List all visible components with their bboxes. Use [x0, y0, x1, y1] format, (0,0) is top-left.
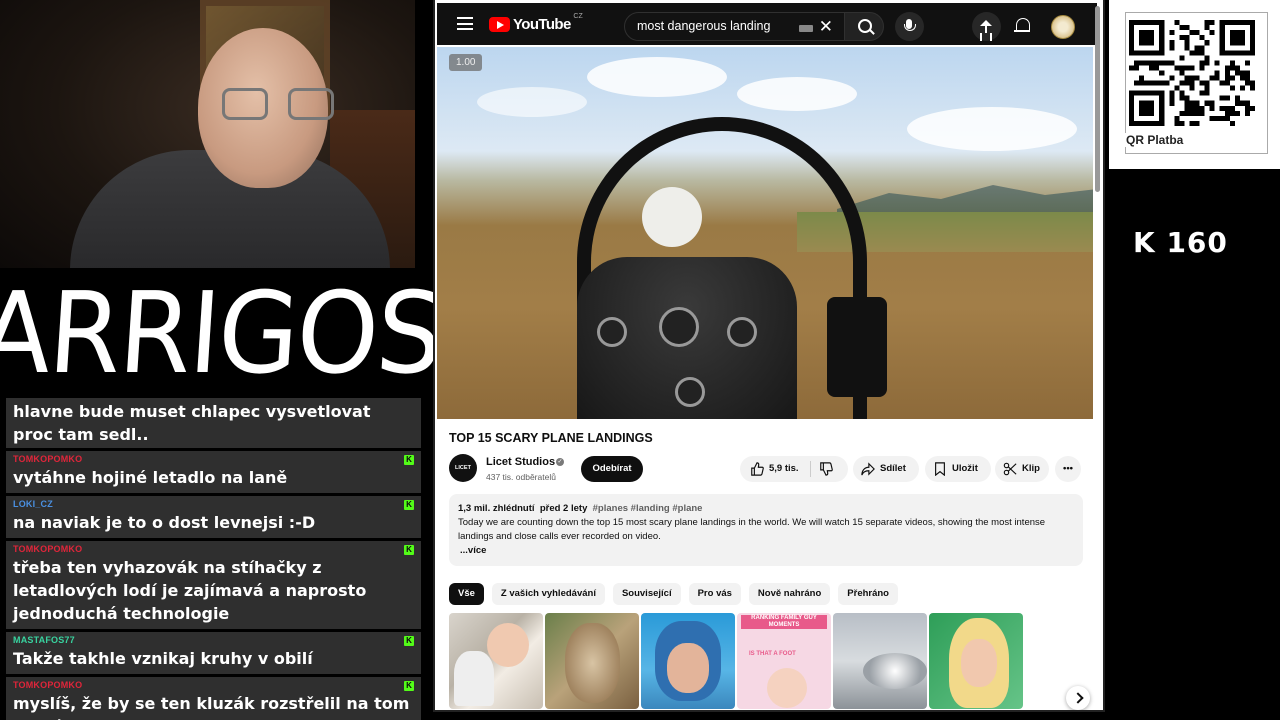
more-actions-icon[interactable]: ••• — [1055, 456, 1081, 482]
cockpit-frame — [827, 297, 887, 397]
qr-payment-panel: QR Platba — [1109, 0, 1280, 169]
thumb-caption-bottom: IS THAT A FOOT — [749, 651, 796, 657]
kick-icon: K — [404, 455, 414, 465]
kick-icon: K — [404, 500, 414, 510]
pilot-helmet — [642, 187, 702, 247]
subscriber-count: 437 tis. odběratelů — [486, 472, 556, 482]
chat-message-text: vytáhne hojiné letadlo na laně — [13, 468, 288, 487]
share-icon — [861, 462, 875, 476]
chat-message-text: myslíš, že by se ten kluzák rozstřelil n… — [13, 694, 410, 720]
chat-message: LOKI_CZ K na naviak je to o dost levnejs… — [6, 496, 421, 538]
like-count: 5,9 tis. — [769, 463, 799, 474]
hamburger-menu-icon[interactable] — [457, 17, 473, 30]
chat-panel: hlavne bude muset chlapec vysvetlovat pr… — [6, 398, 421, 720]
stream-overlay: ARRIGOS hlavne bude muset chlapec vysvet… — [0, 0, 1280, 720]
video-description[interactable]: 1,3 mil. zhlédnutí před 2 lety #planes #… — [449, 494, 1083, 566]
chat-username: TOMKOPOMKO — [13, 454, 83, 464]
kick-icon: K — [404, 545, 414, 555]
keyboard-icon[interactable] — [799, 25, 813, 32]
search-button[interactable] — [844, 12, 884, 41]
chip-related[interactable]: Související — [612, 583, 681, 605]
channel-avatar[interactable]: LICET STUDIOS — [449, 454, 477, 499]
thumb-jet-engine[interactable] — [833, 613, 927, 709]
qr-label: QR Platba — [1124, 133, 1186, 147]
show-more-link[interactable]: ...více — [460, 545, 486, 556]
subscribe-button[interactable]: Odebírat — [581, 456, 643, 482]
scissors-icon — [1003, 462, 1017, 476]
chat-message: TOMKOPOMKO K myslíš, že by se ten kluzák… — [6, 677, 421, 720]
filter-chips: Vše Z vašich vyhledávání Související Pro… — [449, 583, 898, 605]
youtube-play-icon — [489, 17, 510, 32]
thumbs-down-icon[interactable] — [819, 462, 833, 476]
webcam-feed — [0, 0, 415, 268]
chat-username: TOMKOPOMKO — [13, 544, 83, 554]
like-dislike-group[interactable]: 5,9 tis. — [740, 456, 848, 482]
channel-logo: ARRIGOS — [0, 267, 445, 399]
thumb-woman[interactable] — [929, 613, 1023, 709]
hashtags[interactable]: #planes #landing #plane — [593, 503, 703, 514]
glasses — [222, 88, 334, 124]
chat-message: hlavne bude muset chlapec vysvetlovat pr… — [6, 398, 421, 448]
share-label: Sdílet — [880, 463, 906, 474]
description-text: Today we are counting down the top 15 mo… — [458, 517, 1046, 542]
viewer-counter: K 160 — [1133, 226, 1228, 259]
chat-username: LOKI_CZ — [13, 499, 53, 509]
chip-for-you[interactable]: Pro vás — [688, 583, 741, 605]
channel-name[interactable]: Licet Studios — [486, 456, 555, 468]
chat-message-text: na naviak je to o dost levnejsi :-D — [13, 513, 316, 532]
share-button[interactable]: Sdílet — [853, 456, 919, 482]
country-code: CZ — [573, 13, 583, 20]
bookmark-icon — [935, 462, 945, 476]
next-recommendations-chevron-icon[interactable] — [1066, 686, 1090, 710]
chip-all[interactable]: Vše — [449, 583, 484, 605]
playback-speed-badge: 1.00 — [449, 54, 483, 71]
qr-code[interactable] — [1129, 19, 1255, 127]
chat-message-text: hlavne bude muset chlapec vysvetlovat pr… — [13, 402, 371, 444]
chat-message-text: třeba ten vyhazovák na stíhačky z letadl… — [13, 558, 367, 623]
save-button[interactable]: Uložit — [925, 456, 991, 482]
search-input[interactable]: most dangerous landing ✕ — [624, 12, 846, 41]
chip-watched[interactable]: Přehráno — [838, 583, 898, 605]
cockpit-dashboard — [577, 257, 797, 419]
chip-recently-uploaded[interactable]: Nově nahráno — [748, 583, 831, 605]
video-player[interactable]: 1.00 — [437, 47, 1093, 419]
chip-from-searches[interactable]: Z vašich vyhledávání — [491, 583, 605, 605]
thumb-hawk[interactable] — [545, 613, 639, 709]
upload-date: před 2 lety — [539, 503, 588, 514]
recommended-row: RANKING FAMILY GUY MOMENTS IS THAT A FOO… — [449, 613, 1023, 709]
kick-icon: K — [404, 681, 414, 691]
thumb-family-guy[interactable]: RANKING FAMILY GUY MOMENTS IS THAT A FOO… — [737, 613, 831, 709]
voice-search-mic-icon[interactable] — [895, 12, 924, 41]
kick-icon: K — [404, 636, 414, 646]
thumb-baby-cat[interactable] — [449, 613, 543, 709]
account-avatar[interactable] — [1051, 15, 1075, 39]
clear-search-icon[interactable]: ✕ — [819, 18, 833, 35]
video-title: TOP 15 SCARY PLANE LANDINGS — [449, 431, 653, 445]
clip-label: Klip — [1022, 463, 1040, 474]
verified-icon: ✓ — [556, 458, 564, 466]
clip-button[interactable]: Klip — [995, 456, 1049, 482]
chat-message: TOMKOPOMKO K třeba ten vyhazovák na stíh… — [6, 541, 421, 629]
search-input-value: most dangerous landing — [637, 19, 771, 33]
thumbs-up-icon[interactable] — [750, 462, 764, 476]
logo-text: ARRIGOS — [0, 267, 445, 399]
chat-username: MASTAFOS77 — [13, 635, 75, 645]
thumb-caption-top: RANKING FAMILY GUY MOMENTS — [741, 615, 827, 629]
youtube-wordmark: YouTube — [513, 16, 571, 33]
chat-message: MASTAFOS77 K Takže takhle vznikaj kruhy … — [6, 632, 421, 674]
save-label: Uložit — [952, 463, 978, 474]
distant-hills — [837, 185, 1093, 217]
notifications-bell-icon[interactable] — [1014, 17, 1030, 35]
chat-message-text: Takže takhle vznikaj kruhy v obilí — [13, 649, 313, 668]
view-count: 1,3 mil. zhlédnutí — [458, 503, 535, 514]
youtube-window: YouTube CZ most dangerous landing ✕ 1.00… — [433, 0, 1105, 712]
scrollbar[interactable] — [1095, 6, 1100, 192]
youtube-logo[interactable]: YouTube CZ — [489, 13, 583, 33]
upload-icon[interactable] — [972, 12, 1001, 41]
thumb-pilot-face[interactable] — [641, 613, 735, 709]
youtube-topbar: YouTube CZ most dangerous landing ✕ — [437, 3, 1097, 45]
chat-message: TOMKOPOMKO K vytáhne hojiné letadlo na l… — [6, 451, 421, 493]
chat-username: TOMKOPOMKO — [13, 680, 83, 690]
